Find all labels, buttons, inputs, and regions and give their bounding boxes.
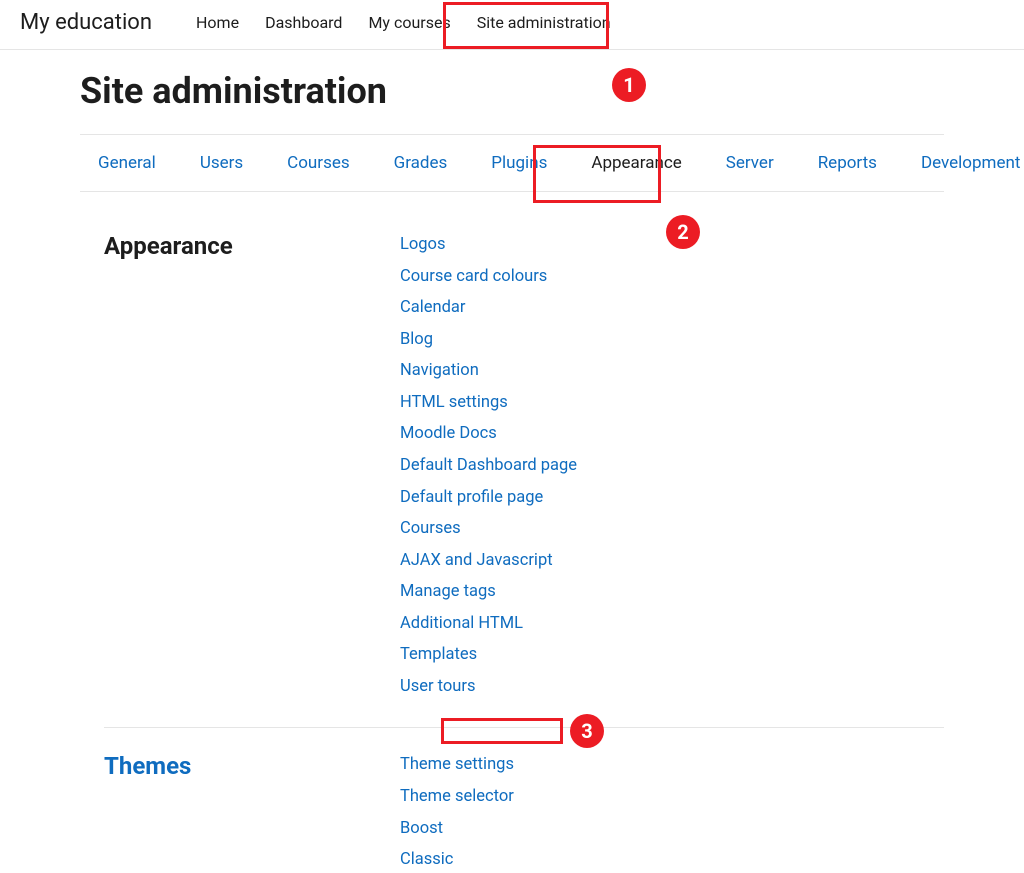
- link-boost[interactable]: Boost: [400, 816, 514, 842]
- nav-dashboard[interactable]: Dashboard: [261, 11, 346, 34]
- link-navigation[interactable]: Navigation: [400, 358, 577, 384]
- tab-grades[interactable]: Grades: [390, 147, 452, 179]
- admin-tabs: General Users Courses Grades Plugins App…: [80, 134, 944, 192]
- link-additional-html[interactable]: Additional HTML: [400, 611, 577, 637]
- link-ajax-js[interactable]: AJAX and Javascript: [400, 548, 577, 574]
- page-title: Site administration: [80, 70, 944, 112]
- link-moodle-docs[interactable]: Moodle Docs: [400, 421, 577, 447]
- link-manage-tags[interactable]: Manage tags: [400, 579, 577, 605]
- nav-my-courses[interactable]: My courses: [364, 11, 454, 34]
- top-nav-items: Home Dashboard My courses Site administr…: [192, 11, 615, 34]
- tab-server[interactable]: Server: [722, 147, 778, 179]
- section-heading-themes[interactable]: Themes: [80, 752, 400, 780]
- tab-courses[interactable]: Courses: [283, 147, 353, 179]
- link-classic[interactable]: Classic: [400, 847, 514, 873]
- link-calendar[interactable]: Calendar: [400, 295, 577, 321]
- brand-title: My education: [20, 10, 152, 35]
- themes-links: Theme settings Theme selector Boost Clas…: [400, 752, 514, 872]
- tab-users[interactable]: Users: [196, 147, 247, 179]
- tab-appearance[interactable]: Appearance: [587, 147, 685, 179]
- link-default-dashboard[interactable]: Default Dashboard page: [400, 453, 577, 479]
- link-blog[interactable]: Blog: [400, 327, 577, 353]
- link-logos[interactable]: Logos: [400, 232, 577, 258]
- nav-home[interactable]: Home: [192, 11, 243, 34]
- nav-site-administration[interactable]: Site administration: [473, 11, 615, 34]
- tab-reports[interactable]: Reports: [814, 147, 881, 179]
- top-nav: My education Home Dashboard My courses S…: [0, 0, 1024, 50]
- section-heading-appearance: Appearance: [80, 232, 400, 260]
- link-theme-settings[interactable]: Theme settings: [400, 752, 514, 778]
- section-themes: Themes Theme settings Theme selector Boo…: [80, 752, 944, 872]
- link-templates[interactable]: Templates: [400, 642, 577, 668]
- link-user-tours[interactable]: User tours: [400, 674, 577, 700]
- tab-general[interactable]: General: [94, 147, 160, 179]
- link-html-settings[interactable]: HTML settings: [400, 390, 577, 416]
- link-courses[interactable]: Courses: [400, 516, 577, 542]
- link-default-profile[interactable]: Default profile page: [400, 485, 577, 511]
- link-theme-selector[interactable]: Theme selector: [400, 784, 514, 810]
- main-container: Site administration General Users Course…: [0, 50, 1024, 873]
- tab-plugins[interactable]: Plugins: [487, 147, 551, 179]
- link-course-card-colours[interactable]: Course card colours: [400, 264, 577, 290]
- tab-development[interactable]: Development: [917, 147, 1024, 179]
- appearance-links: Logos Course card colours Calendar Blog …: [400, 232, 577, 699]
- section-divider: [104, 727, 944, 728]
- section-appearance: Appearance Logos Course card colours Cal…: [80, 232, 944, 699]
